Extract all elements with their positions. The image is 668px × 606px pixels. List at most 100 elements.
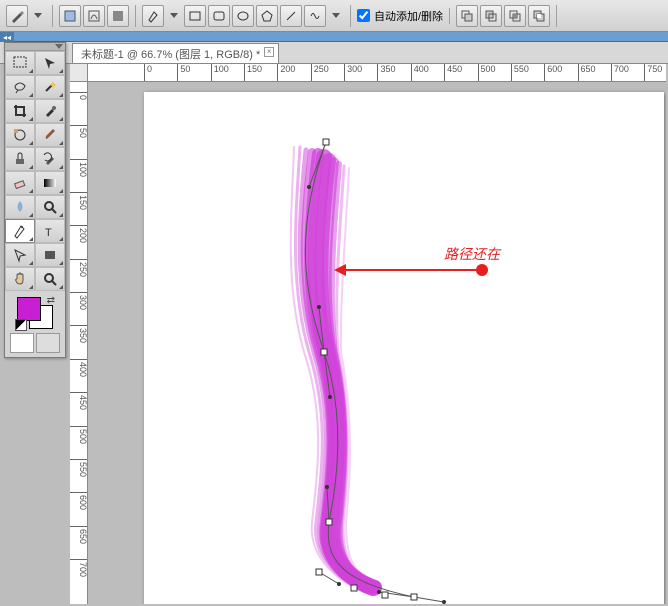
annotation (334, 264, 488, 276)
workspace: 0501001502002503003504004505005506006507… (70, 64, 666, 604)
ellipse-btn[interactable] (232, 5, 254, 27)
ruler-tick: 400 (411, 64, 429, 82)
ruler-tick: 350 (377, 64, 395, 82)
ruler-tick: 150 (244, 64, 262, 82)
tool-spot-heal[interactable] (5, 123, 35, 147)
auto-add-delete-checkbox[interactable] (357, 9, 370, 22)
ruler-tick: 350 (70, 325, 88, 343)
tool-path-select[interactable] (5, 243, 35, 267)
auto-add-delete-label: 自动添加/删除 (374, 8, 443, 24)
rounded-rect-btn[interactable] (208, 5, 230, 27)
ruler-tick: 600 (544, 64, 562, 82)
tool-brush[interactable] (35, 123, 65, 147)
tool-clone-stamp[interactable] (5, 147, 35, 171)
ruler-tick: 50 (70, 125, 88, 138)
tool-preset-dropdown[interactable] (30, 13, 46, 18)
ruler-tick: 550 (511, 64, 529, 82)
close-tab-icon[interactable]: × (264, 47, 274, 57)
annotation-dot-icon (476, 264, 488, 276)
ruler-tick: 450 (70, 392, 88, 410)
path-intersect-btn[interactable] (504, 5, 526, 27)
ruler-tick: 50 (177, 64, 190, 82)
ruler-tick: 200 (277, 64, 295, 82)
tool-dodge[interactable] (35, 195, 65, 219)
ruler-tick: 150 (70, 192, 88, 210)
panel-expand-strip[interactable]: ◂◂ (0, 32, 668, 42)
ruler-tick: 0 (70, 92, 88, 100)
ruler-tick: 550 (70, 459, 88, 477)
foreground-color-swatch[interactable] (17, 297, 41, 321)
path-exclude-btn[interactable] (528, 5, 550, 27)
custom-shape-btn[interactable] (304, 5, 326, 27)
ruler-tick: 100 (70, 159, 88, 177)
tool-shape[interactable] (35, 243, 65, 267)
ruler-tick: 200 (70, 225, 88, 243)
document-tab[interactable]: 未标题-1 @ 66.7% (图层 1, RGB/8) * × (72, 43, 279, 63)
ruler-tick: 650 (70, 526, 88, 544)
options-bar: 自动添加/删除 (0, 0, 668, 32)
color-swatches: ⇄ (15, 295, 55, 331)
annotation-text: 路径还在 (444, 244, 500, 264)
ruler-tick: 0 (144, 64, 152, 82)
watermark-logo-icon (588, 580, 612, 600)
vertical-ruler[interactable]: 0 50 100 150 200 250 300 350 400 450 500 550 600 650 7… (70, 82, 88, 604)
ruler-tick: 250 (311, 64, 329, 82)
tool-magic-wand[interactable] (35, 75, 65, 99)
ruler-tick: 750 (644, 64, 662, 82)
tool-gradient[interactable] (35, 171, 65, 195)
swap-colors-icon[interactable]: ⇄ (47, 295, 55, 306)
tool-history-brush[interactable] (35, 147, 65, 171)
ruler-tick: 300 (344, 64, 362, 82)
ruler-tick: 400 (70, 359, 88, 377)
ruler-tick: 450 (444, 64, 462, 82)
tool-hand[interactable] (5, 267, 35, 291)
path-overlay[interactable] (144, 92, 664, 604)
ruler-tick: 300 (70, 292, 88, 310)
tool-eyedropper[interactable] (35, 99, 65, 123)
canvas[interactable]: 路径还在 (144, 92, 664, 604)
tool-preset-picker[interactable] (6, 5, 28, 27)
default-colors-icon[interactable] (15, 319, 27, 331)
ruler-origin[interactable] (70, 64, 88, 82)
ruler-tick: 500 (70, 426, 88, 444)
path-add-btn[interactable] (456, 5, 478, 27)
tool-pen[interactable] (5, 219, 35, 243)
ruler-tick: 600 (70, 492, 88, 510)
ruler-tick: 100 (211, 64, 229, 82)
fill-pixels-btn[interactable] (107, 5, 129, 27)
pen-dropdown[interactable] (166, 13, 182, 18)
ruler-tick: 700 (611, 64, 629, 82)
pen-tool-btn[interactable] (142, 5, 164, 27)
annotation-line (346, 269, 476, 271)
document-tab-title: 未标题-1 @ 66.7% (图层 1, RGB/8) * (81, 49, 260, 61)
tool-zoom[interactable] (35, 267, 65, 291)
document-tab-bar: 未标题-1 @ 66.7% (图层 1, RGB/8) * × (0, 42, 668, 64)
tool-type[interactable]: T (35, 219, 65, 243)
tool-rect-marquee[interactable] (5, 51, 35, 75)
polygon-btn[interactable] (256, 5, 278, 27)
svg-text:T: T (45, 227, 52, 239)
watermark: 系统之家 (588, 580, 660, 600)
paths-btn[interactable] (83, 5, 105, 27)
tool-eraser[interactable] (5, 171, 35, 195)
tool-blur[interactable] (5, 195, 35, 219)
path-subtract-btn[interactable] (480, 5, 502, 27)
rect-shape-btn[interactable] (184, 5, 206, 27)
tool-crop[interactable] (5, 99, 35, 123)
quickmask-mode-btn[interactable] (36, 333, 60, 353)
tool-lasso[interactable] (5, 75, 35, 99)
tool-panel: T ⇄ (4, 42, 66, 358)
ruler-tick: 700 (70, 559, 88, 577)
shape-layers-btn[interactable] (59, 5, 81, 27)
standard-mode-btn[interactable] (10, 333, 34, 353)
ruler-tick: 500 (478, 64, 496, 82)
line-btn[interactable] (280, 5, 302, 27)
tool-move[interactable] (35, 51, 65, 75)
ruler-tick: 650 (578, 64, 596, 82)
horizontal-ruler[interactable]: 0 50 100 150 200 250 300 350 400 450 500 550 600 650 7… (88, 64, 666, 82)
annotation-arrow-icon (334, 264, 346, 276)
tool-panel-grip[interactable] (5, 43, 65, 51)
shape-options-dropdown[interactable] (328, 13, 344, 18)
ruler-tick: 250 (70, 259, 88, 277)
watermark-text: 系统之家 (616, 582, 660, 598)
